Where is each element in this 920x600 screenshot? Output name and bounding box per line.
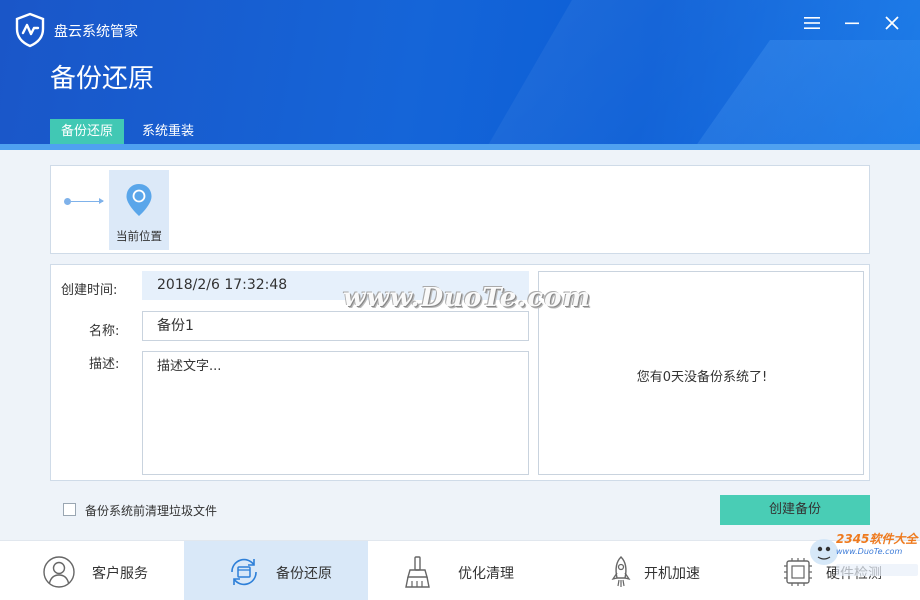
nav-label: 硬件检测 (826, 566, 882, 582)
nav-backup-restore[interactable]: 备份还原 (184, 541, 368, 600)
shield-logo-icon (15, 12, 45, 48)
site-badge-brand: 2345软件大全 (836, 532, 918, 546)
nav-label: 客户服务 (92, 566, 148, 582)
app-header: 盘云系统管家 备份还原 备份还原 系统重装 (0, 0, 920, 144)
bottom-nav: 客户服务 备份还原 优化清理 开机加速 硬件检测 (0, 540, 920, 600)
tab-system-reinstall[interactable]: 系统重装 (131, 119, 205, 144)
minimize-button[interactable] (841, 12, 863, 34)
description-input[interactable]: 描述文字... (142, 351, 529, 475)
nav-label: 优化清理 (458, 566, 514, 582)
backup-timeline: 当前位置 (50, 165, 870, 254)
page-title: 备份还原 (50, 64, 155, 94)
timeline-current-node[interactable]: 当前位置 (109, 170, 169, 250)
nav-customer-service[interactable]: 客户服务 (0, 541, 184, 600)
menu-button[interactable] (801, 12, 823, 34)
nav-boot-speedup[interactable]: 开机加速 (552, 541, 736, 600)
description-label: 描述: (89, 357, 120, 372)
close-button[interactable] (881, 12, 903, 34)
main-content: 当前位置 创建时间: 2018/2/6 17:32:48 名称: 备份1 描述:… (0, 150, 920, 540)
time-label: 创建时间: (61, 283, 118, 298)
nav-label: 开机加速 (644, 566, 700, 582)
timeline-arrow (99, 198, 104, 204)
chip-icon (784, 558, 812, 586)
clean-junk-checkbox[interactable] (63, 503, 76, 516)
backup-restore-icon (231, 558, 257, 586)
nav-label: 备份还原 (276, 566, 332, 582)
location-pin-icon (126, 184, 152, 216)
backup-status-message: 您有0天没备份系统了! (636, 370, 768, 385)
clean-junk-label: 备份系统前清理垃圾文件 (85, 504, 218, 518)
broom-icon (405, 556, 430, 588)
site-badge-url: www.DuoTe.com (836, 547, 903, 556)
create-backup-button[interactable]: 创建备份 (720, 495, 870, 525)
rocket-icon (611, 556, 631, 587)
nav-optimize-clean[interactable]: 优化清理 (368, 541, 552, 600)
minimize-icon (845, 22, 859, 25)
timeline-start-dot (64, 198, 71, 205)
app-name: 盘云系统管家 (54, 24, 138, 40)
name-input[interactable]: 备份1 (142, 311, 529, 341)
name-label: 名称: (89, 324, 120, 339)
backup-form: 创建时间: 2018/2/6 17:32:48 名称: 备份1 描述: 描述文字… (50, 264, 870, 481)
timeline-current-label: 当前位置 (116, 229, 162, 243)
user-icon (43, 556, 75, 588)
tab-backup-restore[interactable]: 备份还原 (50, 119, 125, 144)
watermark: www.DuoTe.com (343, 283, 592, 313)
hamburger-icon (804, 17, 820, 29)
close-icon (885, 16, 899, 30)
